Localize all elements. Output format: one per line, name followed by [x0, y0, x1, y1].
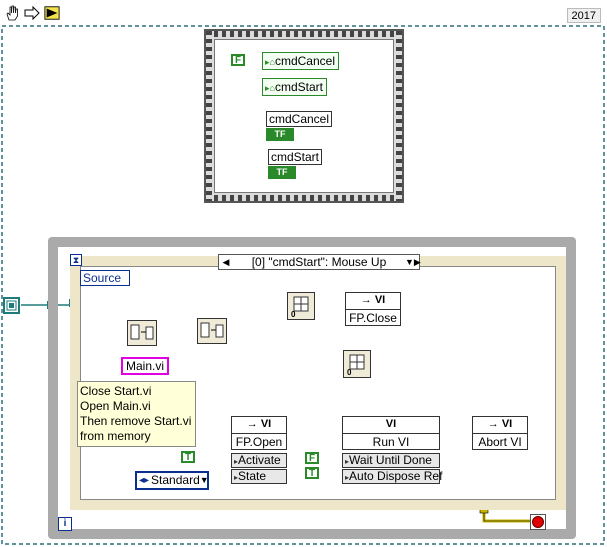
stop-terminal[interactable]	[530, 514, 546, 530]
true-constant-autodispose[interactable]: T	[305, 467, 319, 479]
local-var-cmdcancel[interactable]: ▸⌂cmdCancel	[262, 52, 339, 70]
svg-text:0: 0	[291, 310, 296, 319]
local-var-label: cmdCancel	[274, 54, 335, 68]
diagram-comment[interactable]: Close Start.vi Open Main.vi Then remove …	[77, 381, 196, 447]
svg-text:0: 0	[347, 368, 352, 377]
state-enum-constant[interactable]: ◂▸ Standard ▼	[135, 471, 209, 490]
false-constant-wait[interactable]: F	[305, 452, 319, 464]
film-strip-left	[206, 31, 212, 201]
fp-open-state-param[interactable]: ▸State	[231, 469, 287, 484]
enum-dropdown-icon[interactable]: ▼	[200, 473, 212, 488]
string-constant-main-vi[interactable]: Main.vi	[121, 357, 170, 375]
boolean-terminal-cmdstart[interactable]: TF	[268, 166, 296, 179]
hand-icon[interactable]	[4, 5, 20, 21]
enum-spinner-icon[interactable]: ◂▸	[137, 473, 151, 488]
invoke-label: Run VI	[372, 435, 410, 449]
control-label-cmdstart: cmdStart	[268, 149, 323, 165]
event-case-label: [0] "cmdStart": Mouse Up	[251, 255, 387, 269]
local-var-house-icon: ▸⌂	[265, 83, 275, 93]
film-strip-right	[396, 31, 402, 201]
timeout-hourglass-icon: ⧗	[70, 254, 82, 266]
version-badge: 2017	[566, 8, 601, 23]
enum-value: Standard	[151, 473, 200, 487]
diagram-toolbar	[0, 0, 607, 26]
build-path-node[interactable]	[197, 318, 227, 344]
run-vi-icon[interactable]	[44, 5, 60, 21]
right-arrow-icon[interactable]	[24, 5, 40, 21]
film-strip-bottom	[206, 195, 402, 201]
invoke-label: FP.Open	[235, 435, 283, 449]
case-prev-icon[interactable]: ◀	[219, 255, 233, 269]
invoke-header: VI	[343, 417, 439, 434]
fp-open-invoke-node[interactable]: → VI FP.Open	[231, 416, 287, 450]
local-var-cmdstart[interactable]: ▸⌂cmdStart	[262, 78, 327, 96]
stop-icon	[532, 516, 544, 528]
fp-open-activate-param[interactable]: ▸Activate	[231, 453, 287, 468]
invoke-label: Abort VI	[478, 435, 522, 449]
event-data-node[interactable]: Source	[80, 270, 130, 286]
this-vi-reference-icon[interactable]	[3, 297, 20, 314]
event-case-selector[interactable]: ◀ [0] "cmdStart": Mouse Up ▼▶	[218, 254, 421, 270]
run-vi-invoke-node[interactable]: VI Run VI	[342, 416, 440, 450]
invoke-header: → VI	[473, 417, 527, 434]
abort-vi-invoke-node[interactable]: → VI Abort VI	[472, 416, 528, 450]
run-vi-wait-param[interactable]: ▸Wait Until Done	[342, 453, 440, 468]
event-data-source-label: Source	[83, 271, 122, 285]
film-strip-top	[206, 31, 402, 37]
local-var-house-icon: ▸⌂	[265, 57, 275, 67]
local-var-label: cmdStart	[274, 80, 323, 94]
run-vi-autodispose-param[interactable]: ▸Auto Dispose Ref	[342, 469, 442, 484]
true-constant[interactable]: T	[181, 451, 195, 463]
invoke-header: → VI	[346, 293, 400, 310]
strip-path-node[interactable]	[127, 320, 157, 346]
invoke-label: FP.Close	[349, 311, 397, 325]
control-label-cmdcancel: cmdCancel	[266, 111, 333, 127]
iteration-terminal: i	[58, 517, 72, 531]
open-reference-node[interactable]: 0	[343, 350, 371, 378]
case-dropdown-icon[interactable]: ▼▶	[405, 255, 421, 269]
invoke-header: → VI	[232, 417, 286, 434]
boolean-terminal-cmdcancel[interactable]: TF	[266, 128, 294, 141]
fp-close-invoke-node[interactable]: → VI FP.Close	[345, 292, 401, 326]
false-constant[interactable]: F	[231, 54, 245, 66]
close-reference-node[interactable]: 0	[287, 292, 315, 320]
